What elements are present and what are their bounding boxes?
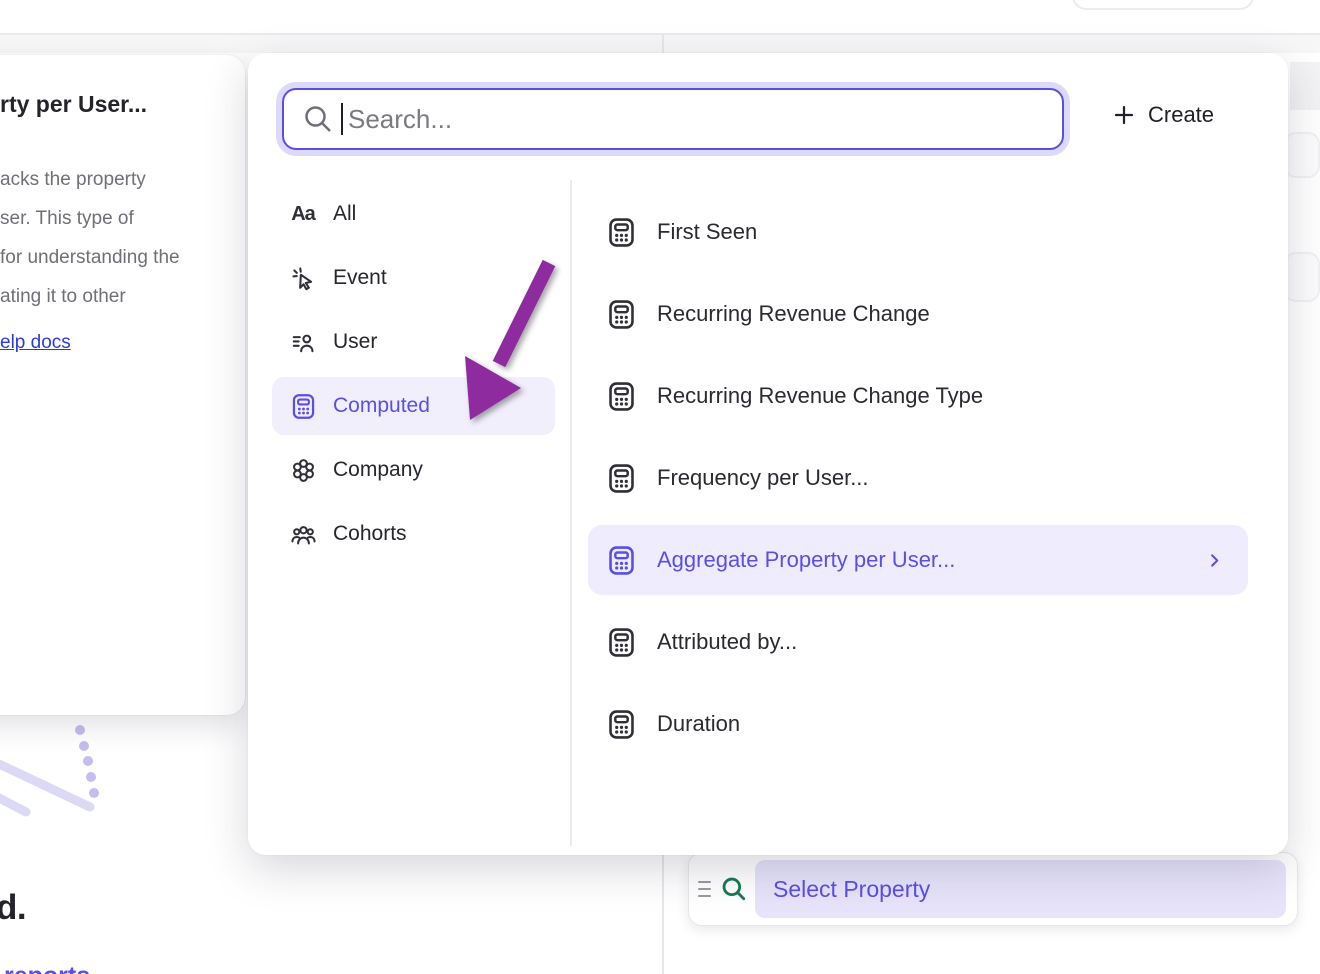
screen: d. reports rty per User... acks the prop…	[0, 0, 1320, 974]
company-icon	[287, 457, 319, 484]
category-label: Company	[333, 458, 423, 482]
event-cursor-icon	[287, 265, 319, 291]
background-card-fragment	[1284, 252, 1320, 302]
create-button-label: Create	[1148, 102, 1214, 128]
calculator-icon	[604, 627, 638, 658]
property-row-first-seen[interactable]: First Seen	[588, 197, 1248, 267]
page-link-fragment[interactable]: reports	[4, 962, 90, 974]
category-label: User	[333, 330, 377, 354]
search-input[interactable]	[282, 88, 1064, 150]
property-row-duration[interactable]: Duration	[588, 689, 1248, 759]
text-caret	[341, 103, 343, 135]
property-label: Recurring Revenue Change	[657, 301, 1224, 327]
category-item-user[interactable]: User	[272, 313, 555, 371]
background-button-fragment	[1072, 0, 1254, 10]
calculator-icon	[604, 299, 638, 330]
category-label: Computed	[333, 394, 430, 418]
query-builder-property-row: Select Property	[688, 852, 1298, 926]
property-label: Frequency per User...	[657, 465, 1224, 491]
cohorts-icon	[287, 521, 319, 548]
property-label: First Seen	[657, 219, 1224, 245]
user-icon	[287, 329, 319, 355]
select-property-button[interactable]: Select Property	[755, 860, 1286, 918]
category-item-computed[interactable]: Computed	[272, 377, 555, 435]
top-strip	[0, 35, 1320, 53]
chevron-right-icon	[1205, 551, 1224, 570]
select-property-label: Select Property	[773, 876, 930, 903]
tooltip-body-line: for understanding the	[0, 247, 180, 268]
calculator-icon	[604, 463, 638, 494]
calculator-icon	[604, 217, 638, 248]
tooltip-title: rty per User...	[0, 91, 221, 118]
drag-handle-icon[interactable]	[698, 879, 716, 899]
tooltip-body-line: ating it to other	[0, 286, 126, 307]
property-description-tooltip: rty per User... acks the property ser. T…	[0, 55, 245, 715]
category-label: Cohorts	[333, 522, 407, 546]
property-label: Recurring Revenue Change Type	[657, 383, 1224, 409]
search-field	[282, 88, 1064, 150]
property-search-icon	[721, 876, 747, 902]
category-item-company[interactable]: Company	[272, 441, 555, 499]
property-picker-modal: Create Aa All Event User Computed Co	[248, 53, 1288, 855]
category-label: All	[333, 202, 356, 226]
property-row-frequency-per-user[interactable]: Frequency per User...	[588, 443, 1248, 513]
property-label: Aggregate Property per User...	[657, 547, 1205, 573]
aa-icon: Aa	[287, 203, 319, 226]
background-panel-fragment	[1290, 62, 1320, 110]
plus-icon	[1112, 103, 1136, 127]
property-row-attributed-by[interactable]: Attributed by...	[588, 607, 1248, 677]
property-label: Attributed by...	[657, 629, 1224, 655]
help-docs-link[interactable]: elp docs	[0, 332, 71, 354]
modal-inner-divider	[570, 180, 572, 846]
calculator-icon	[604, 381, 638, 412]
property-row-aggregate-property-per-user[interactable]: Aggregate Property per User...	[588, 525, 1248, 595]
property-list: First Seen Recurring Revenue Change Recu…	[588, 197, 1248, 771]
calculator-icon	[604, 709, 638, 740]
calculator-icon	[604, 545, 638, 576]
background-card-fragment	[1284, 132, 1320, 178]
category-sidebar: Aa All Event User Computed Company Co	[272, 185, 555, 569]
property-label: Duration	[657, 711, 1224, 737]
tooltip-body-line: ser. This type of	[0, 208, 134, 229]
tooltip-body-line: acks the property	[0, 169, 146, 190]
property-row-recurring-revenue-change-type[interactable]: Recurring Revenue Change Type	[588, 361, 1248, 431]
category-item-all[interactable]: Aa All	[272, 185, 555, 243]
page-heading-fragment: d.	[0, 888, 26, 928]
create-button[interactable]: Create	[1110, 98, 1216, 132]
property-row-recurring-revenue-change[interactable]: Recurring Revenue Change	[588, 279, 1248, 349]
category-item-cohorts[interactable]: Cohorts	[272, 505, 555, 563]
calculator-icon	[287, 393, 319, 420]
category-item-event[interactable]: Event	[272, 249, 555, 307]
category-label: Event	[333, 266, 387, 290]
